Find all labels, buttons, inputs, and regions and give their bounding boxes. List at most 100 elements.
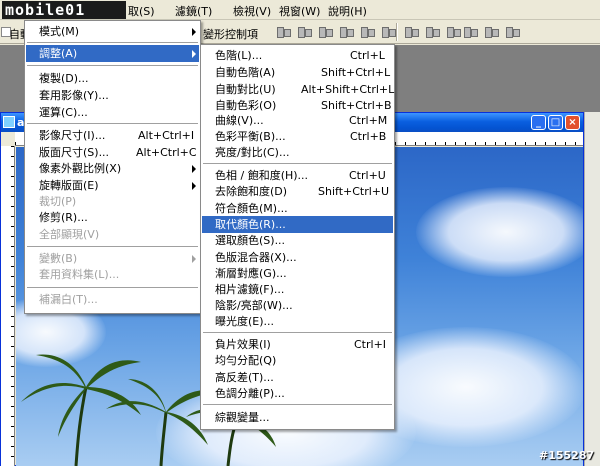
adjust-item-levels[interactable]: 色階(L)... Ctrl+L	[202, 47, 393, 64]
menu-separator	[27, 123, 198, 124]
adjust-item-invert[interactable]: 負片效果(I) Ctrl+I	[202, 336, 393, 353]
menu-item-label: 複製(D)...	[39, 72, 89, 85]
submenu-arrow-icon	[192, 182, 196, 190]
adjust-item-variations[interactable]: 綜觀變量...	[202, 409, 393, 426]
menu-item-label: 綜觀變量...	[215, 411, 270, 424]
menu-item-label: 自動色階(A)	[215, 66, 276, 79]
menu-separator	[27, 65, 198, 66]
adjust-item-desaturate[interactable]: 去除飽和度(D) Shift+Ctrl+U	[202, 183, 393, 200]
toolbar-separator	[396, 23, 398, 41]
menu-item-calculations[interactable]: 運算(C)...	[26, 104, 199, 121]
close-icon[interactable]: ×	[565, 115, 580, 130]
distribute-left-icon[interactable]	[462, 24, 478, 40]
align-vcenter-icon[interactable]	[296, 24, 312, 40]
menu-help[interactable]: 說明(H)	[328, 3, 367, 19]
adjust-item-threshold[interactable]: 高反差(T)...	[202, 369, 393, 386]
distribute-right-icon[interactable]	[504, 24, 520, 40]
menu-item-label: 均勻分配(Q)	[215, 354, 277, 367]
menu-item-apply-image[interactable]: 套用影像(Y)...	[26, 87, 199, 104]
menu-item-apply-data-set[interactable]: 套用資料集(L)...	[26, 266, 199, 283]
vertical-scrollbar[interactable]	[584, 112, 600, 466]
menu-separator	[203, 404, 392, 405]
adjust-item-match-color[interactable]: 符合顏色(M)...	[202, 200, 393, 217]
adjust-item-replace-color[interactable]: 取代顏色(R)...	[202, 216, 393, 233]
adjust-item-auto-contrast[interactable]: 自動對比(U) Alt+Shift+Ctrl+L	[202, 81, 395, 98]
menu-item-trim[interactable]: 修剪(R)...	[26, 209, 199, 226]
menu-view[interactable]: 檢視(V)	[233, 3, 271, 19]
menu-separator	[27, 246, 198, 247]
adjust-item-selective-color[interactable]: 選取顏色(S)...	[202, 232, 393, 249]
menu-item-label: 修剪(R)...	[39, 211, 88, 224]
distribute-vcenter-icon[interactable]	[424, 24, 440, 40]
submenu-arrow-icon	[192, 50, 196, 58]
adjust-item-channel-mixer[interactable]: 色版混合器(X)...	[202, 249, 393, 266]
menu-select[interactable]: 取(S)	[128, 3, 155, 19]
menu-separator	[27, 287, 198, 288]
align-left-icon[interactable]	[338, 24, 354, 40]
align-top-icon[interactable]	[275, 24, 291, 40]
menu-item-label: 負片效果(I)	[215, 338, 271, 351]
adjust-item-curves[interactable]: 曲線(V)... Ctrl+M	[202, 112, 393, 129]
menu-item-shortcut: Ctrl+I	[354, 338, 387, 351]
transform-controls-label[interactable]: 變形控制項	[203, 26, 258, 42]
submenu-arrow-icon	[192, 28, 196, 36]
menu-filter[interactable]: 濾鏡(T)	[175, 3, 212, 19]
adjust-item-auto-levels[interactable]: 自動色階(A) Shift+Ctrl+L	[202, 64, 393, 81]
adjust-item-posterize[interactable]: 色調分離(P)...	[202, 385, 393, 402]
menu-item-label: 裁切(P)	[39, 195, 77, 208]
menu-item-label: 色階(L)...	[215, 49, 263, 62]
menu-item-shortcut: Alt+Ctrl+C	[136, 146, 197, 159]
minimize-icon[interactable]: _	[531, 115, 546, 130]
menu-item-label: 套用影像(Y)...	[39, 89, 109, 102]
adjust-item-shadow-highlight[interactable]: 陰影/亮部(W)...	[202, 297, 393, 314]
maximize-icon[interactable]: □	[548, 115, 563, 130]
menu-item-variables[interactable]: 變數(B)	[26, 250, 199, 267]
adjust-item-gradient-map[interactable]: 漸層對應(G)...	[202, 265, 393, 282]
menu-item-shortcut: Ctrl+U	[349, 169, 386, 182]
menu-item-label: 高反差(T)...	[215, 371, 274, 384]
align-right-icon[interactable]	[380, 24, 396, 40]
menu-item-reveal-all[interactable]: 全部顯現(V)	[26, 226, 199, 243]
menu-item-label: 像素外觀比例(X)	[39, 162, 122, 175]
menu-item-shortcut: Ctrl+B	[350, 130, 387, 143]
menubar: mobile01 取(S) 濾鏡(T) 檢視(V) 視窗(W) 說明(H)	[0, 0, 600, 20]
menu-item-label: 色相 / 飽和度(H)...	[215, 169, 309, 182]
menu-item-label: 調整(A)	[39, 47, 78, 60]
align-bottom-icon[interactable]	[317, 24, 333, 40]
align-hcenter-icon[interactable]	[359, 24, 375, 40]
menu-item-image-size[interactable]: 影像尺寸(I)... Alt+Ctrl+I	[26, 127, 199, 144]
adjust-item-exposure[interactable]: 曝光度(E)...	[202, 313, 393, 330]
distribute-buttons-2	[462, 24, 520, 40]
menu-item-label: 旋轉版面(E)	[39, 179, 99, 192]
menu-item-label: 取代顏色(R)...	[215, 218, 286, 231]
menu-item-mode[interactable]: 模式(M)	[26, 23, 199, 40]
distribute-bottom-icon[interactable]	[445, 24, 461, 40]
menu-item-shortcut: Alt+Ctrl+I	[138, 129, 195, 142]
distribute-top-icon[interactable]	[403, 24, 419, 40]
menu-item-adjust[interactable]: 調整(A)	[26, 45, 199, 62]
adjust-item-color-balance[interactable]: 色彩平衡(B)... Ctrl+B	[202, 128, 393, 145]
menu-item-trap[interactable]: 補漏白(T)...	[26, 291, 199, 308]
menu-item-label: 選取顏色(S)...	[215, 234, 286, 247]
menu-item-shortcut: Ctrl+L	[350, 49, 385, 62]
adjust-item-photo-filter[interactable]: 相片濾鏡(F)...	[202, 281, 393, 298]
menu-item-label: 自動對比(U)	[215, 83, 276, 96]
submenu-arrow-icon	[192, 165, 196, 173]
menu-item-crop[interactable]: 裁切(P)	[26, 193, 199, 210]
menu-item-label: 套用資料集(L)...	[39, 268, 120, 281]
menu-item-label: 補漏白(T)...	[39, 293, 98, 306]
mobile01-logo: mobile01	[2, 1, 126, 19]
menu-window[interactable]: 視窗(W)	[279, 3, 320, 19]
submenu-arrow-icon	[192, 255, 196, 263]
menu-item-pixel-aspect-ratio[interactable]: 像素外觀比例(X)	[26, 160, 199, 177]
adjust-item-equalize[interactable]: 均勻分配(Q)	[202, 352, 393, 369]
adjust-item-brightness-contrast[interactable]: 亮度/對比(C)...	[202, 144, 393, 161]
adjustments-submenu: 色階(L)... Ctrl+L 自動色階(A) Shift+Ctrl+L 自動對…	[200, 44, 395, 430]
menu-item-shortcut: Alt+Shift+Ctrl+L	[301, 83, 395, 96]
ruler-vertical	[1, 146, 15, 466]
menu-item-canvas-size[interactable]: 版面尺寸(S)... Alt+Ctrl+C	[26, 144, 199, 161]
menu-item-rotate-canvas[interactable]: 旋轉版面(E)	[26, 177, 199, 194]
adjust-item-hue-saturation[interactable]: 色相 / 飽和度(H)... Ctrl+U	[202, 167, 393, 184]
menu-item-duplicate[interactable]: 複製(D)...	[26, 70, 199, 87]
distribute-hcenter-icon[interactable]	[483, 24, 499, 40]
